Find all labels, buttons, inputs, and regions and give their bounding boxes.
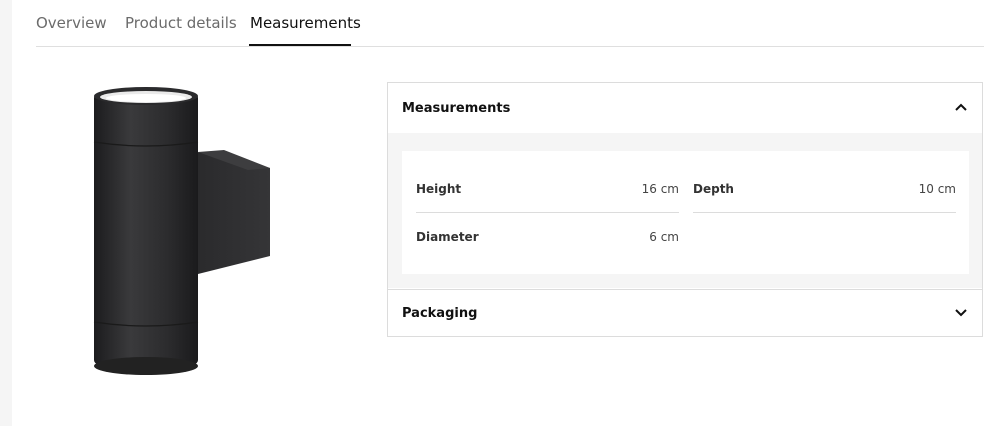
tab-overview[interactable]: Overview [36,14,107,32]
product-image [88,84,278,380]
diameter-label: Diameter [416,230,479,244]
active-tab-indicator [249,44,351,46]
packaging-header[interactable]: Packaging [388,289,982,337]
height-label: Height [416,181,462,196]
depth-value: 10 cm [918,181,956,196]
measurements-panel: Height 16 cm Depth 10 cm Diameter 6 cm [388,133,982,288]
measurement-row-diameter: Diameter 6 cm [416,213,679,261]
measurements-accordion: Measurements Height 16 cm Depth 10 cm Di… [387,82,983,337]
depth-label: Depth [693,181,734,196]
measurement-row-depth: Depth 10 cm [693,165,956,213]
tab-bar: Overview Product details Measurements [36,0,984,47]
tab-measurements[interactable]: Measurements [250,14,361,32]
diameter-value: 6 cm [649,230,679,244]
tab-product-details[interactable]: Product details [125,14,237,32]
measurement-row-height: Height 16 cm [416,165,679,213]
chevron-up-icon[interactable] [954,99,968,118]
left-margin-strip [0,0,12,426]
height-value: 16 cm [641,181,679,196]
chevron-down-icon[interactable] [954,304,968,323]
measurements-title: Measurements [402,100,511,116]
packaging-title: Packaging [402,306,478,321]
measurements-header[interactable]: Measurements [388,83,982,133]
measurements-card: Height 16 cm Depth 10 cm Diameter 6 cm [402,151,969,274]
